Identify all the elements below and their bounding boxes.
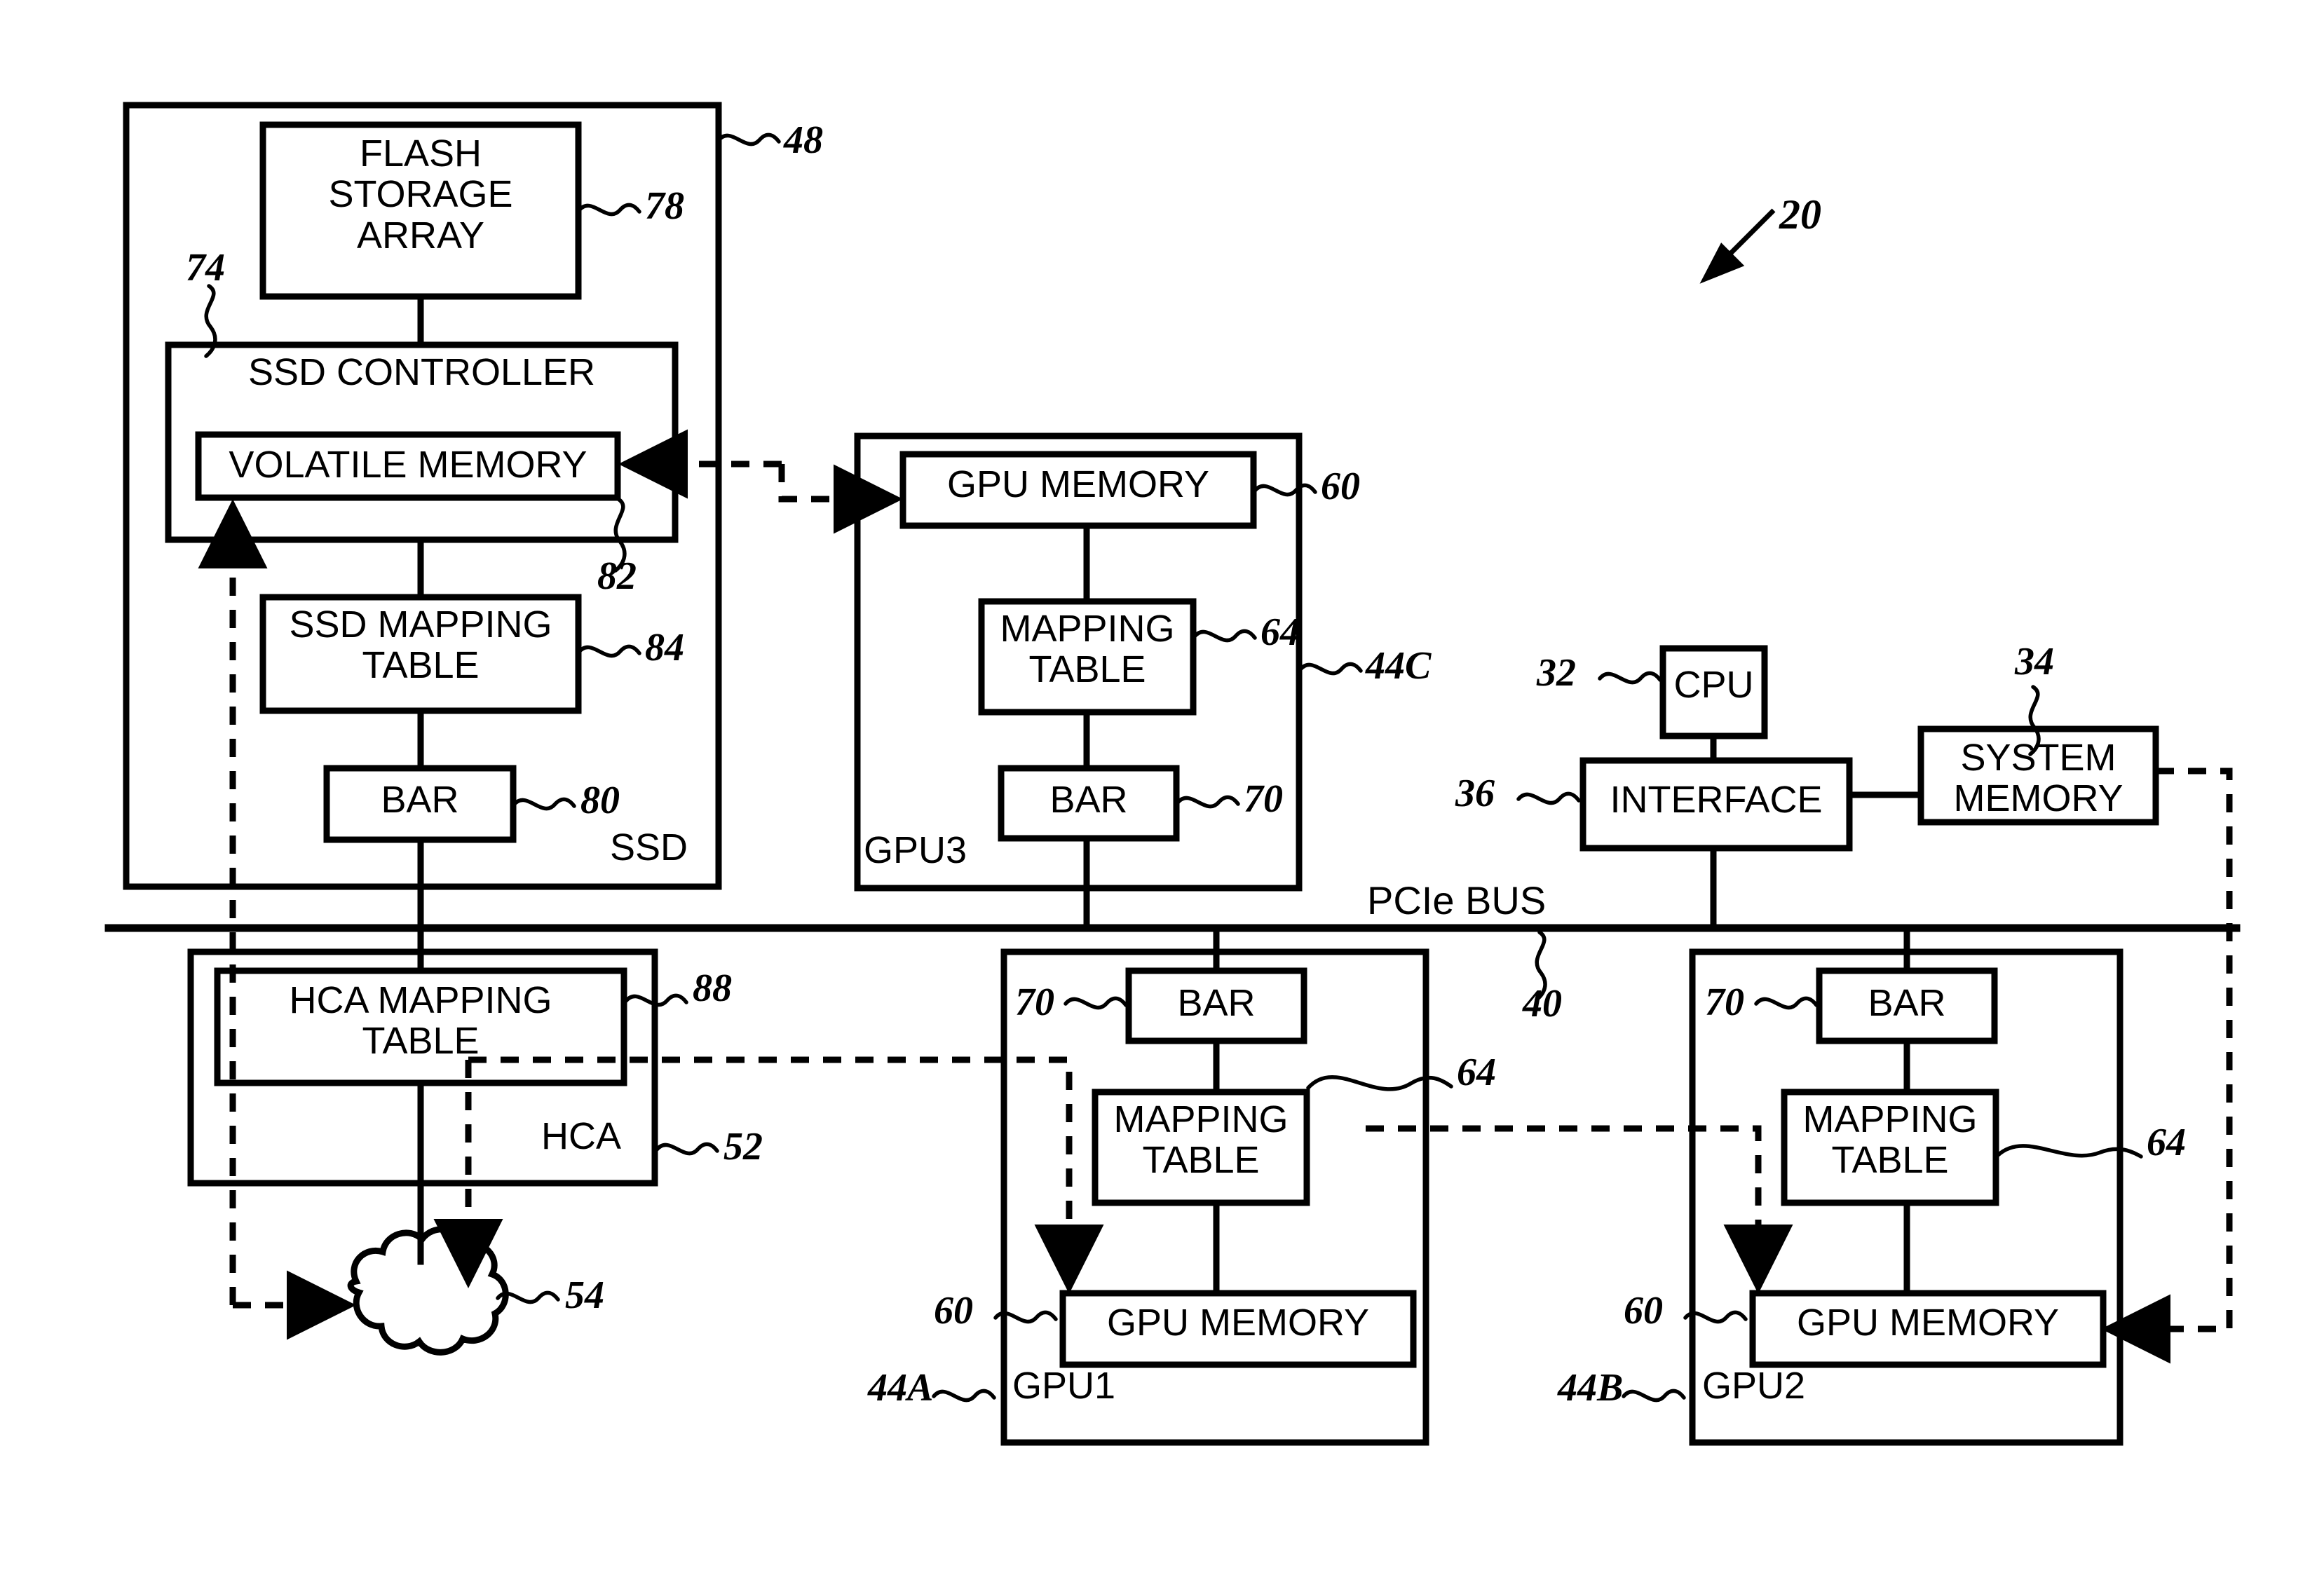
- ref-70-gpu2: 70: [1705, 981, 1744, 1024]
- ref-64-gpu2: 64: [2147, 1121, 2186, 1164]
- gpu2-gpu-memory-label: GPU MEMORY: [1796, 1302, 2060, 1344]
- gpu2-mapping-table-label: MAPPING TABLE: [1802, 1098, 1978, 1182]
- gpu1-container-label: GPU1: [1012, 1365, 1116, 1407]
- ref-64-gpu3: 64: [1260, 611, 1300, 654]
- ref-40: 40: [1523, 982, 1562, 1025]
- gpu2-bar-label: BAR: [1868, 982, 1946, 1024]
- patent-figure-canvas: FLASH STORAGE ARRAY 78 SSD CONTROLLER 74…: [0, 0, 2324, 1589]
- gpu3-container-label: GPU3: [864, 829, 967, 871]
- gpu3-bar-label: BAR: [1049, 779, 1128, 821]
- ref-44b: 44B: [1558, 1366, 1624, 1410]
- gpu3-mapping-table-label: MAPPING TABLE: [1000, 608, 1175, 691]
- ssd-mapping-table-label: SSD MAPPING TABLE: [289, 603, 552, 687]
- ssd-controller-label: SSD CONTROLLER: [247, 351, 596, 393]
- ref-48: 48: [784, 118, 823, 162]
- ref-60-gpu2: 60: [1624, 1289, 1663, 1332]
- gpu1-bar-label: BAR: [1177, 982, 1256, 1024]
- ref-60-gpu3: 60: [1321, 465, 1360, 508]
- gpu1-mapping-table-label: MAPPING TABLE: [1113, 1098, 1289, 1182]
- ref-84: 84: [645, 626, 684, 669]
- ref-82: 82: [597, 554, 637, 598]
- ref-74: 74: [186, 246, 225, 289]
- ssd-bar-label: BAR: [381, 779, 459, 821]
- ref-64-gpu1: 64: [1457, 1051, 1496, 1094]
- flash-storage-array-label: FLASH STORAGE ARRAY: [328, 132, 513, 257]
- cpu-label: CPU: [1673, 664, 1754, 706]
- ref-52: 52: [723, 1125, 763, 1168]
- pcie-bus-label: PCIe BUS: [1367, 878, 1547, 922]
- hca-container-label: HCA: [541, 1115, 622, 1157]
- ref-70-gpu1: 70: [1015, 981, 1054, 1024]
- ssd-container-label: SSD: [610, 826, 688, 868]
- ref-20-figure: 20: [1779, 191, 1821, 238]
- ref-32: 32: [1537, 651, 1576, 695]
- ref-70-gpu3: 70: [1244, 777, 1283, 821]
- system-memory-label: SYSTEM MEMORY: [1953, 737, 2123, 820]
- hca-mapping-table-label: HCA MAPPING TABLE: [289, 979, 552, 1063]
- ref-34: 34: [2015, 640, 2054, 683]
- gpu3-gpu-memory-label: GPU MEMORY: [946, 463, 1210, 505]
- volatile-memory-label: VOLATILE MEMORY: [229, 444, 587, 486]
- ref-78: 78: [645, 184, 684, 228]
- ref-60-gpu1: 60: [934, 1289, 973, 1332]
- ref-44c: 44C: [1366, 644, 1432, 688]
- ref-88: 88: [693, 967, 732, 1010]
- gpu2-container-label: GPU2: [1702, 1365, 1806, 1407]
- ref-54: 54: [565, 1274, 604, 1317]
- flow-volatile-to-gpu3mem: [778, 464, 903, 534]
- ref-80: 80: [580, 779, 620, 822]
- flow-hcamap-to-gpu1mem: [468, 1056, 1104, 1294]
- flow-gpu1-to-gpu2mem: [1366, 1125, 1793, 1294]
- flow-sysmem-to-gpu2mem: [2101, 768, 2233, 1364]
- ref-36: 36: [1455, 772, 1495, 815]
- interface-label: INTERFACE: [1610, 779, 1823, 821]
- ref-44a: 44A: [868, 1366, 934, 1410]
- gpu1-gpu-memory-label: GPU MEMORY: [1106, 1302, 1370, 1344]
